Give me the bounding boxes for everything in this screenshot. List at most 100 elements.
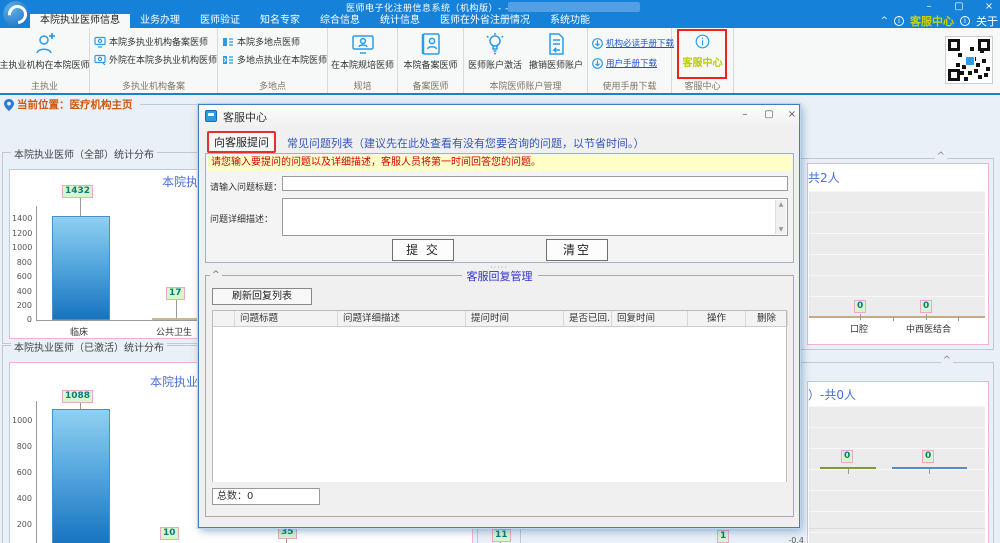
ribbon-toolbar: 主执业机构在本院医师 主执业 本院多执业机构备案医师 外院在本院多执业机构医师 … (0, 28, 1000, 95)
ribbon-item-own-multi-site[interactable]: 本院多地点医师 (222, 35, 324, 48)
dialog-window-icon (205, 110, 217, 122)
y-axis (36, 206, 37, 320)
dialog-maximize-button[interactable]: ▢ (761, 108, 777, 122)
ribbon-group-caption: 多地点 (218, 79, 327, 92)
axis-tick (926, 314, 927, 320)
divider (140, 104, 202, 105)
tab-faq-list[interactable]: 常见问题列表（建议先在此处查看有没有您要咨询的问题，以节省时间。） (287, 135, 645, 151)
y-tick: 1000 (12, 416, 32, 425)
col-selector (213, 311, 235, 326)
collapse-chevron-icon[interactable]: ^ (935, 153, 947, 161)
redacted-org-name (508, 2, 640, 12)
x-category: 公共卫生 (156, 325, 192, 338)
col-question-desc[interactable]: 问题详细描述 (338, 311, 466, 326)
ribbon-link-user-manual-download[interactable]: 用户手册下载 (592, 57, 668, 69)
question-form-panel: 请您输入要提问的问题以及详细描述，客服人员将第一时间回答您的问题。 请输入问题标… (205, 153, 794, 263)
value-label: 10 (160, 527, 179, 540)
ribbon-group-multi-site: 本院多地点医师 多地点执业在本院医师 多地点 (218, 28, 328, 93)
bar-clinical (52, 409, 110, 543)
ribbon-collapse-icon[interactable]: ^ (880, 16, 888, 26)
col-question-title[interactable]: 问题标题 (235, 311, 338, 326)
menu-service-center-link[interactable]: 客服中心 (910, 13, 954, 29)
menu-tab-general-info[interactable]: 综合信息 (310, 14, 370, 28)
question-desc-textarea[interactable]: ▲▼ (282, 198, 788, 236)
ribbon-item-label: 在本院规培医师 (331, 58, 394, 71)
plot-area (809, 191, 985, 317)
y-tick: 200 (12, 301, 32, 310)
chart-title: ）-共0人 (808, 386, 856, 403)
monitor-person-icon (351, 32, 375, 56)
clear-button[interactable]: 清空 (546, 239, 608, 261)
menu-tab-system[interactable]: 系统功能 (540, 14, 600, 28)
value-label: 0 (841, 450, 853, 463)
col-operation[interactable]: 操作 (688, 311, 746, 326)
window-maximize-button[interactable]: ▢ (950, 0, 968, 13)
breadcrumb: 当前位置：医疗机构主页 (4, 97, 202, 112)
y-tick: 800 (12, 258, 32, 267)
y-tick: 600 (12, 272, 32, 281)
dialog-titlebar[interactable]: 客服中心 – ▢ × (199, 105, 799, 127)
col-filler (788, 311, 793, 326)
collapse-chevron-icon[interactable]: ^ (941, 357, 953, 365)
col-ask-time[interactable]: 提问时间 (466, 311, 564, 326)
ribbon-item-label: 本院多执业机构备案医师 (109, 35, 208, 48)
col-answered[interactable]: 是否已回.. (564, 311, 612, 326)
question-title-input[interactable] (282, 176, 788, 191)
menu-right-actions: ^ i 客服中心 i 关于 (880, 14, 1000, 28)
scrollbar[interactable]: ▲▼ (775, 200, 786, 234)
value-label: 0 (922, 450, 934, 463)
value-label: 1 (717, 530, 729, 543)
download-icon (592, 58, 603, 69)
menu-tab-physician-info[interactable]: 本院执业医师信息 (30, 14, 130, 28)
dialog-close-button[interactable]: × (784, 108, 800, 122)
tab-ask-service[interactable]: 向客服提问 (207, 131, 276, 153)
col-reply-time[interactable]: 回复时间 (612, 311, 688, 326)
breadcrumb-label: 当前位置：医疗机构主页 (17, 97, 133, 112)
menu-tab-business[interactable]: 业务办理 (130, 14, 190, 28)
refresh-reply-list-button[interactable]: 刷新回复列表 (212, 288, 312, 305)
y-tick: 400 (12, 287, 32, 296)
value-label: 1088 (62, 390, 93, 403)
ribbon-item-filed-doctors[interactable]: 本院备案医师 (398, 28, 463, 71)
monitor-person-icon (94, 36, 106, 48)
dialog-title: 客服中心 (223, 109, 267, 125)
ribbon-group-filed-doctors: 本院备案医师 备案医师 (398, 28, 464, 93)
y-axis (36, 401, 37, 543)
reply-management-section: ^ 客服回复管理 刷新回复列表 问题标题 问题详细描述 提问时间 是否已回.. … (205, 275, 794, 517)
menu-tab-experts[interactable]: 知名专家 (250, 14, 310, 28)
menu-tab-statistics[interactable]: 统计信息 (370, 14, 430, 28)
ribbon-link-org-manual-download[interactable]: 机构必读手册下载 (592, 37, 668, 49)
ribbon-item-label: 外院在本院多执业机构医师 (109, 53, 217, 66)
location-pin-icon (4, 99, 14, 111)
question-desc-label: 问题详细描述： (210, 212, 273, 225)
y-tick: 800 (12, 442, 32, 451)
info-icon: i (894, 16, 904, 26)
submit-button[interactable]: 提 交 (392, 239, 454, 261)
ribbon-item-training-doctors[interactable]: 在本院规培医师 (328, 28, 397, 71)
window-minimize-button[interactable]: – (920, 0, 938, 13)
window-close-button[interactable]: × (980, 0, 998, 13)
y-tick: 1000 (12, 243, 32, 252)
window-titlebar: 医师电子化注册信息系统（机构版）- - – ▢ × (0, 0, 1000, 14)
collapse-chevron-icon[interactable]: ^ (210, 270, 222, 280)
ribbon-group-manual-download: 机构必读手册下载 用户手册下载 使用手册下载 (588, 28, 672, 93)
document-undo-icon (544, 32, 568, 56)
col-delete[interactable]: 删除 (746, 311, 788, 326)
ribbon-item-label: 多地点执业在本院医师 (237, 53, 327, 66)
x-category: 口腔 (850, 322, 868, 335)
ribbon-item-label: 主执业机构在本院医师 (0, 58, 90, 71)
menu-about-link[interactable]: 关于 (976, 13, 998, 29)
menu-tab-out-province[interactable]: 医师在外省注册情况 (430, 14, 540, 28)
menu-bar: 本院执业医师信息 业务办理 医师验证 知名专家 综合信息 统计信息 医师在外省注… (0, 14, 1000, 28)
ribbon-item-label: 本院备案医师 (403, 58, 457, 71)
ribbon-group-primary-practice: 主执业机构在本院医师 主执业 (0, 28, 90, 93)
menu-tab-verify[interactable]: 医师验证 (190, 14, 250, 28)
ribbon-item-external-multi-org[interactable]: 外院在本院多执业机构医师 (94, 53, 214, 66)
dialog-minimize-button[interactable]: – (737, 108, 753, 122)
y-tick: 400 (12, 494, 32, 503)
ribbon-item-own-multi-org[interactable]: 本院多执业机构备案医师 (94, 35, 214, 48)
ribbon-item-multi-site-in-hospital[interactable]: 多地点执业在本院医师 (222, 53, 324, 66)
book-person-icon (419, 32, 443, 56)
ribbon-item-primary-practice-doctors[interactable]: 主执业机构在本院医师 (0, 28, 89, 71)
window-title: 医师电子化注册信息系统（机构版）- - (346, 1, 509, 14)
